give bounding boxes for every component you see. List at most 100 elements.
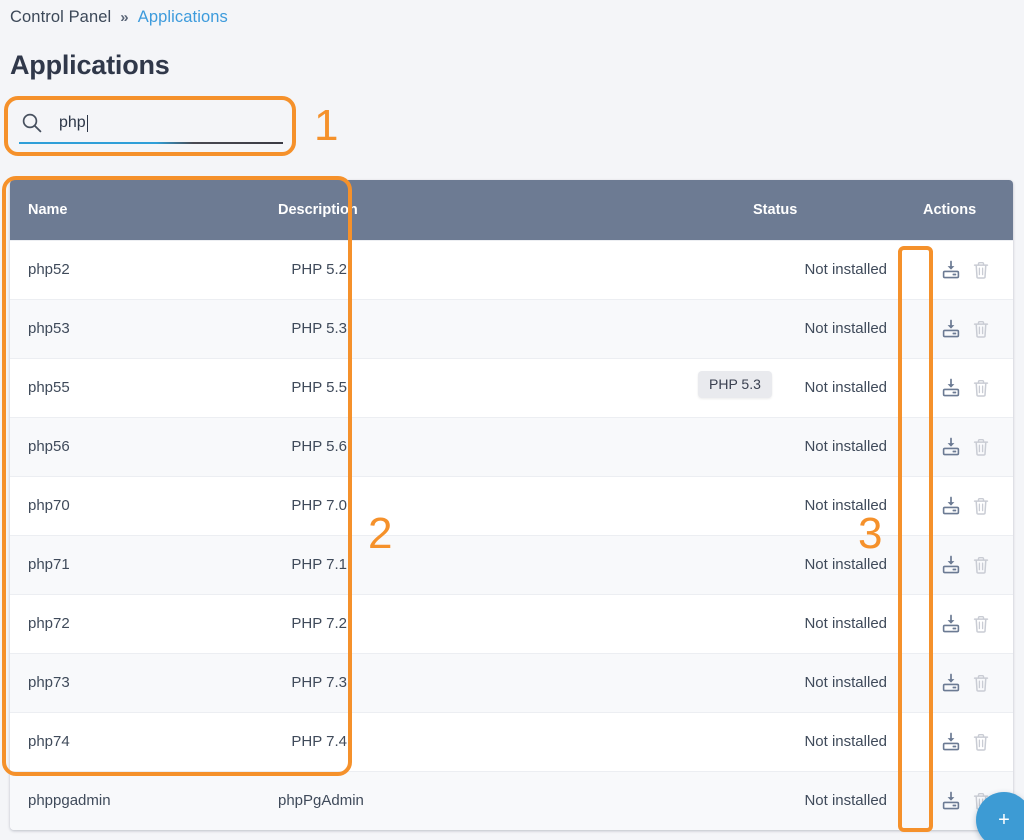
cell-status: Not installed xyxy=(735,299,905,358)
cell-description: PHP 7.4 xyxy=(260,712,365,771)
cell-actions xyxy=(905,358,1013,417)
trash-icon[interactable] xyxy=(971,260,991,280)
cell-name: php74 xyxy=(10,712,260,771)
column-header-name[interactable]: Name xyxy=(10,180,260,240)
cell-name: php56 xyxy=(10,417,260,476)
table-row[interactable]: phppgadminphpPgAdmin Not installed xyxy=(10,771,1013,830)
cell-spacer xyxy=(365,535,735,594)
cell-name: php52 xyxy=(10,240,260,299)
table-row[interactable]: php73PHP 7.3 Not installed xyxy=(10,653,1013,712)
annotation-number-2: 2 xyxy=(368,512,392,556)
trash-icon[interactable] xyxy=(971,673,991,693)
trash-icon[interactable] xyxy=(971,319,991,339)
cell-description: phpPgAdmin xyxy=(260,771,365,830)
install-download-icon[interactable] xyxy=(941,496,961,516)
table-row[interactable]: php52PHP 5.2 Not installed xyxy=(10,240,1013,299)
tooltip-php53: PHP 5.3 xyxy=(698,371,772,398)
cell-actions xyxy=(905,240,1013,299)
trash-icon[interactable] xyxy=(971,555,991,575)
column-header-spacer xyxy=(365,180,735,240)
install-download-icon[interactable] xyxy=(941,614,961,634)
table-row[interactable]: php56PHP 5.6 Not installed xyxy=(10,417,1013,476)
cell-description: PHP 5.5 xyxy=(260,358,365,417)
cell-spacer xyxy=(365,417,735,476)
trash-icon[interactable] xyxy=(971,614,991,634)
table-row[interactable]: php53PHP 5.3 Not installed xyxy=(10,299,1013,358)
cell-spacer xyxy=(365,240,735,299)
search-box[interactable]: php xyxy=(8,99,294,153)
page-title: Applications xyxy=(10,50,170,81)
cell-status: Not installed xyxy=(735,653,905,712)
search-icon xyxy=(21,112,43,134)
cell-status: Not installed xyxy=(735,417,905,476)
cell-actions xyxy=(905,417,1013,476)
cell-actions xyxy=(905,299,1013,358)
breadcrumb-current-applications[interactable]: Applications xyxy=(138,8,228,27)
action-icon-group xyxy=(923,319,995,339)
annotation-number-3: 3 xyxy=(858,512,882,556)
trash-icon[interactable] xyxy=(971,496,991,516)
search-underline xyxy=(19,142,283,144)
install-download-icon[interactable] xyxy=(941,732,961,752)
cell-description: PHP 7.1 xyxy=(260,535,365,594)
search-field-inner[interactable]: php xyxy=(17,108,285,144)
cell-actions xyxy=(905,712,1013,771)
text-caret xyxy=(87,115,88,132)
install-download-icon[interactable] xyxy=(941,555,961,575)
applications-table-card: Name Description Status Actions php52PHP… xyxy=(10,180,1013,830)
table-header-row: Name Description Status Actions xyxy=(10,180,1013,240)
breadcrumb-root[interactable]: Control Panel xyxy=(10,8,111,27)
cell-name: phppgadmin xyxy=(10,771,260,830)
column-header-status[interactable]: Status xyxy=(735,180,905,240)
trash-icon[interactable] xyxy=(971,437,991,457)
cell-name: php73 xyxy=(10,653,260,712)
action-icon-group xyxy=(923,673,995,693)
application-page: Control Panel » Applications Application… xyxy=(0,0,1024,840)
action-icon-group xyxy=(923,496,995,516)
cell-description: PHP 7.3 xyxy=(260,653,365,712)
search-input-value-wrap[interactable]: php xyxy=(59,111,88,135)
cell-description: PHP 5.6 xyxy=(260,417,365,476)
action-icon-group xyxy=(923,378,995,398)
cell-status: Not installed xyxy=(735,771,905,830)
cell-description: PHP 7.0 xyxy=(260,476,365,535)
cell-description: PHP 7.2 xyxy=(260,594,365,653)
cell-name: php55 xyxy=(10,358,260,417)
cell-spacer xyxy=(365,358,735,417)
search-input[interactable]: php xyxy=(59,114,86,132)
cell-spacer xyxy=(365,712,735,771)
action-icon-group xyxy=(923,437,995,457)
cell-status: Not installed xyxy=(735,712,905,771)
cell-spacer xyxy=(365,771,735,830)
table-row[interactable]: php74PHP 7.4 Not installed xyxy=(10,712,1013,771)
action-icon-group xyxy=(923,732,995,752)
cell-spacer xyxy=(365,476,735,535)
install-download-icon[interactable] xyxy=(941,319,961,339)
install-download-icon[interactable] xyxy=(941,260,961,280)
table-row[interactable]: php72PHP 7.2Not installed xyxy=(10,594,1013,653)
cell-spacer xyxy=(365,594,735,653)
trash-icon[interactable] xyxy=(971,732,991,752)
table-row[interactable]: php55PHP 5.5Not installed xyxy=(10,358,1013,417)
cell-status: Not installed xyxy=(735,240,905,299)
install-download-icon[interactable] xyxy=(941,378,961,398)
trash-icon[interactable] xyxy=(971,378,991,398)
cell-spacer xyxy=(365,299,735,358)
cell-name: php70 xyxy=(10,476,260,535)
cell-spacer xyxy=(365,653,735,712)
action-icon-group xyxy=(923,614,995,634)
cell-name: php53 xyxy=(10,299,260,358)
cell-description: PHP 5.3 xyxy=(260,299,365,358)
install-download-icon[interactable] xyxy=(941,673,961,693)
annotation-number-1: 1 xyxy=(314,104,338,148)
applications-table: Name Description Status Actions php52PHP… xyxy=(10,180,1013,830)
cell-description: PHP 5.2 xyxy=(260,240,365,299)
action-icon-group xyxy=(923,260,995,280)
install-download-icon[interactable] xyxy=(941,437,961,457)
breadcrumb: Control Panel » Applications xyxy=(10,8,228,27)
cell-actions xyxy=(905,653,1013,712)
column-header-actions: Actions xyxy=(905,180,1013,240)
plus-icon: + xyxy=(998,809,1010,832)
install-download-icon[interactable] xyxy=(941,791,961,811)
column-header-description[interactable]: Description xyxy=(260,180,365,240)
